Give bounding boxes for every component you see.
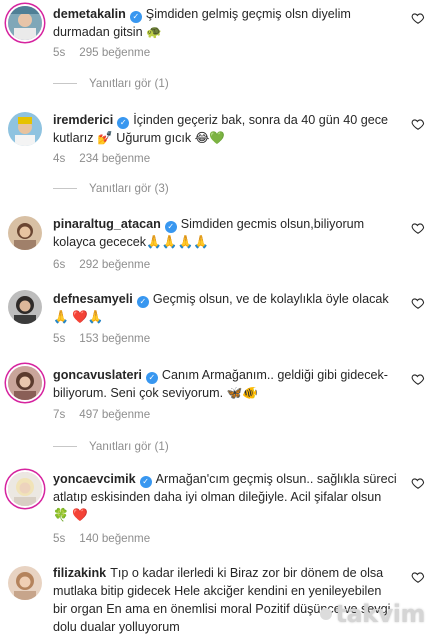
view-replies-button[interactable]: Yanıtları gör (1) xyxy=(53,77,169,90)
comment-text: defnesamyeli ✓ Geçmiş olsun, ve de kolaylı… xyxy=(53,290,398,326)
comment-time: 6s xyxy=(53,258,66,271)
heart-icon[interactable] xyxy=(411,570,425,584)
comment-time: 5s xyxy=(53,532,66,545)
like-count[interactable]: 292 beğenme xyxy=(79,258,150,271)
comment-time: 7s xyxy=(53,408,66,421)
comment-time: 5s xyxy=(53,332,66,345)
comment-meta: 5s 153 beğenme xyxy=(53,332,164,345)
comment-meta: 6s 292 beğenme xyxy=(53,258,164,271)
comment-username[interactable]: pinaraltug_atacan xyxy=(53,217,161,231)
heart-icon[interactable] xyxy=(411,117,425,131)
comment-username[interactable]: filizakink xyxy=(53,566,106,580)
comment-meta: 5s 140 beğenme xyxy=(53,532,164,545)
comment-text: iremderici ✓ İçinden geçeriz bak, sonra da… xyxy=(53,111,398,147)
like-count[interactable]: 234 beğenme xyxy=(79,152,150,165)
divider xyxy=(53,446,77,447)
avatar[interactable] xyxy=(8,366,42,400)
comment-username[interactable]: defnesamyeli xyxy=(53,292,133,306)
view-replies-label: Yanıtları gör (1) xyxy=(89,77,169,90)
heart-icon[interactable] xyxy=(411,11,425,25)
comment-text: pinaraltug_atacan ✓ Simdiden gecmis olsun,… xyxy=(53,215,398,251)
view-replies-label: Yanıtları gör (1) xyxy=(89,440,169,453)
comment-username[interactable]: iremderici xyxy=(53,113,113,127)
heart-icon[interactable] xyxy=(411,372,425,386)
like-count[interactable]: 497 beğenme xyxy=(79,408,150,421)
verified-icon: ✓ xyxy=(139,476,152,488)
heart-icon[interactable] xyxy=(411,476,425,490)
verified-icon: ✓ xyxy=(164,221,177,233)
avatar[interactable] xyxy=(8,472,42,506)
comment-meta: 7s 497 beğenme xyxy=(53,408,164,421)
watermark-text: takvim xyxy=(335,600,425,628)
verified-icon: ✓ xyxy=(145,372,158,384)
comment-time: 4s xyxy=(53,152,66,165)
heart-icon[interactable] xyxy=(411,221,425,235)
watermark-logo: takvim xyxy=(320,600,425,628)
avatar[interactable] xyxy=(8,290,42,324)
like-count[interactable]: 140 beğenme xyxy=(79,532,150,545)
divider xyxy=(53,83,77,84)
comment-username[interactable]: goncavuslateri xyxy=(53,368,142,382)
comment-text: demetakalin ✓ Şimdiden gelmiş geçmiş olsn … xyxy=(53,5,398,41)
view-replies-button[interactable]: Yanıtları gör (3) xyxy=(53,182,169,195)
comment-time: 5s xyxy=(53,46,66,59)
verified-icon: ✓ xyxy=(117,117,130,129)
logo-mark-icon xyxy=(320,608,333,620)
comment-text: yoncaevcimik ✓ Armağan'cım geçmiş olsun.. … xyxy=(53,470,398,524)
verified-icon: ✓ xyxy=(129,11,142,23)
like-count[interactable]: 153 beğenme xyxy=(79,332,150,345)
comment-username[interactable]: demetakalin xyxy=(53,7,126,21)
verified-icon: ✓ xyxy=(136,296,149,308)
comment-meta: 5s 295 beğenme xyxy=(53,46,164,59)
comment-username[interactable]: yoncaevcimik xyxy=(53,472,136,486)
view-replies-button[interactable]: Yanıtları gör (1) xyxy=(53,440,169,453)
avatar[interactable] xyxy=(8,6,42,40)
comment-text: goncavuslateri ✓ Canım Armağanım.. geldiği… xyxy=(53,366,398,402)
avatar[interactable] xyxy=(8,216,42,250)
view-replies-label: Yanıtları gör (3) xyxy=(89,182,169,195)
comment-meta: 4s 234 beğenme xyxy=(53,152,164,165)
avatar[interactable] xyxy=(8,566,42,600)
like-count[interactable]: 295 beğenme xyxy=(79,46,150,59)
heart-icon[interactable] xyxy=(411,296,425,310)
avatar[interactable] xyxy=(8,112,42,146)
divider xyxy=(53,188,77,189)
